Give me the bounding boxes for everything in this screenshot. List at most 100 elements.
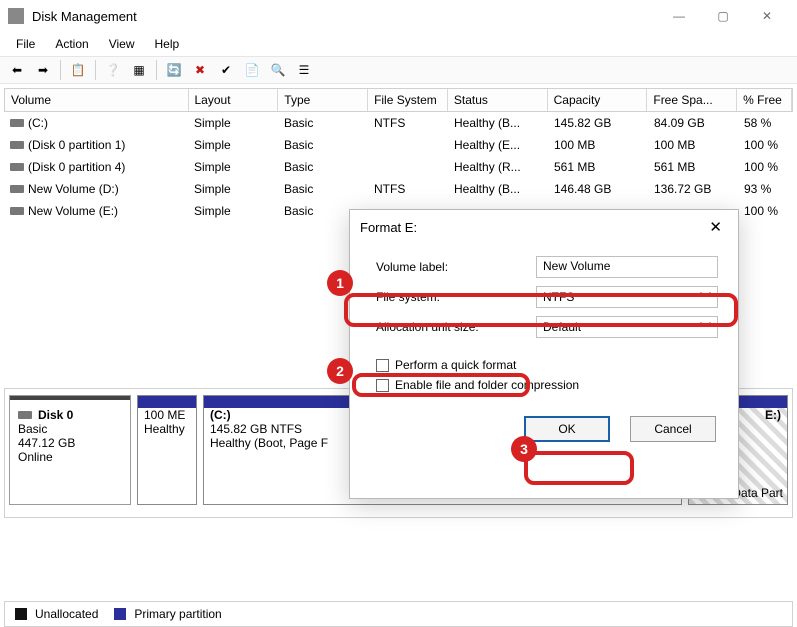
quick-format-checkbox[interactable]: Perform a quick format <box>376 358 718 372</box>
volume-icon <box>10 119 24 127</box>
vol-free: 84.09 GB <box>648 114 738 132</box>
hdr-layout[interactable]: Layout <box>189 89 279 111</box>
delete-button[interactable]: ✖ <box>189 59 211 81</box>
properties-button[interactable]: ▦ <box>128 59 150 81</box>
vol-cap: 146.48 GB <box>548 180 648 198</box>
vol-type: Basic <box>278 158 368 176</box>
chevron-down-icon: ﹀ <box>700 319 711 335</box>
legend-swatch-primary <box>114 608 126 620</box>
new-button[interactable]: 📄 <box>241 59 263 81</box>
vol-cap: 145.82 GB <box>548 114 648 132</box>
maximize-button[interactable]: ▢ <box>701 1 745 31</box>
part-label: (C:) <box>210 408 231 422</box>
compression-label: Enable file and folder compression <box>395 378 579 392</box>
disk-state: Online <box>18 450 122 464</box>
volume-list-header: Volume Layout Type File System Status Ca… <box>4 88 793 112</box>
cancel-button[interactable]: Cancel <box>630 416 716 442</box>
menu-view[interactable]: View <box>99 34 145 54</box>
minimize-button[interactable]: — <box>657 1 701 31</box>
disk-type: Basic <box>18 422 122 436</box>
volume-label-label: Volume label: <box>376 260 536 274</box>
vol-layout: Simple <box>188 202 278 220</box>
vol-type: Basic <box>278 114 368 132</box>
hdr-type[interactable]: Type <box>278 89 368 111</box>
dialog-title: Format E: <box>360 220 703 235</box>
disk-icon <box>18 411 32 419</box>
volume-label-input[interactable]: New Volume <box>536 256 718 278</box>
table-row[interactable]: (C:) Simple Basic NTFS Healthy (B... 145… <box>4 112 793 134</box>
vol-pct: 100 % <box>738 136 793 154</box>
table-row[interactable]: New Volume (D:) Simple Basic NTFS Health… <box>4 178 793 200</box>
hdr-volume[interactable]: Volume <box>5 89 189 111</box>
file-system-select[interactable]: NTFS﹀ <box>536 286 718 308</box>
vol-free: 561 MB <box>648 158 738 176</box>
table-row[interactable]: (Disk 0 partition 4) Simple Basic Health… <box>4 156 793 178</box>
maximize-icon: ▢ <box>717 9 728 23</box>
partition-system[interactable]: 100 ME Healthy <box>137 395 197 505</box>
volume-icon <box>10 185 24 193</box>
vol-pct: 93 % <box>738 180 793 198</box>
file-system-value: NTFS <box>543 290 574 304</box>
allocation-unit-select[interactable]: Default ﹀ <box>536 316 718 338</box>
toolbar: ⬅ ➡ 📋 ❔ ▦ 🔄 ✖ ✔ 📄 🔍 ☰ <box>0 56 797 84</box>
forward-button[interactable]: ➡ <box>32 59 54 81</box>
vol-name: (Disk 0 partition 1) <box>28 138 125 152</box>
file-system-label: File system: <box>376 290 536 304</box>
titlebar: Disk Management — ▢ ✕ <box>0 0 797 32</box>
vol-name: New Volume (D:) <box>28 182 119 196</box>
menu-help[interactable]: Help <box>145 34 190 54</box>
vol-pct: 100 % <box>738 158 793 176</box>
vol-cap: 561 MB <box>548 158 648 176</box>
quick-format-label: Perform a quick format <box>395 358 516 372</box>
window-title: Disk Management <box>32 9 657 24</box>
disk-label: Disk 0 <box>38 408 73 422</box>
checkbox-box-icon <box>376 359 389 372</box>
vol-layout: Simple <box>188 180 278 198</box>
menubar: File Action View Help <box>0 32 797 56</box>
hdr-pct[interactable]: % Free <box>737 89 792 111</box>
check-button[interactable]: ✔ <box>215 59 237 81</box>
compression-checkbox[interactable]: Enable file and folder compression <box>376 378 718 392</box>
search-button[interactable]: 🔍 <box>267 59 289 81</box>
help-button[interactable]: ❔ <box>102 59 124 81</box>
hdr-fs[interactable]: File System <box>368 89 448 111</box>
vol-status: Healthy (R... <box>448 158 548 176</box>
vol-layout: Simple <box>188 136 278 154</box>
hdr-status[interactable]: Status <box>448 89 548 111</box>
show-hide-tree-button[interactable]: 📋 <box>67 59 89 81</box>
refresh-button[interactable]: 🔄 <box>163 59 185 81</box>
vol-fs: NTFS <box>368 114 448 132</box>
list-button[interactable]: ☰ <box>293 59 315 81</box>
vol-name: (Disk 0 partition 4) <box>28 160 125 174</box>
allocation-unit-label: Allocation unit size: <box>376 320 536 334</box>
table-row[interactable]: (Disk 0 partition 1) Simple Basic Health… <box>4 134 793 156</box>
menu-action[interactable]: Action <box>45 34 98 54</box>
close-button[interactable]: ✕ <box>745 1 789 31</box>
vol-layout: Simple <box>188 114 278 132</box>
vol-layout: Simple <box>188 158 278 176</box>
back-button[interactable]: ⬅ <box>6 59 28 81</box>
legend: Unallocated Primary partition <box>4 601 793 627</box>
volume-icon <box>10 207 24 215</box>
hdr-cap[interactable]: Capacity <box>548 89 648 111</box>
vol-pct: 58 % <box>738 114 793 132</box>
vol-cap: 100 MB <box>548 136 648 154</box>
disk-size: 447.12 GB <box>18 436 122 450</box>
disk-info-panel[interactable]: Disk 0 Basic 447.12 GB Online <box>9 395 131 505</box>
close-icon: ✕ <box>762 9 772 23</box>
menu-file[interactable]: File <box>6 34 45 54</box>
vol-status: Healthy (B... <box>448 180 548 198</box>
hdr-free[interactable]: Free Spa... <box>647 89 737 111</box>
allocation-unit-value: Default <box>543 320 581 334</box>
ok-button[interactable]: OK <box>524 416 610 442</box>
vol-status: Healthy (B... <box>448 114 548 132</box>
format-dialog: Format E: ✕ Volume label: New Volume Fil… <box>349 209 739 499</box>
dialog-close-button[interactable]: ✕ <box>703 216 728 238</box>
volume-icon <box>10 163 24 171</box>
legend-primary: Primary partition <box>134 607 221 621</box>
checkbox-box-icon <box>376 379 389 392</box>
part-stat: Healthy <box>144 422 190 436</box>
part-desc: Data Part <box>732 486 783 500</box>
vol-fs: NTFS <box>368 180 448 198</box>
part-size: 100 ME <box>144 408 190 422</box>
